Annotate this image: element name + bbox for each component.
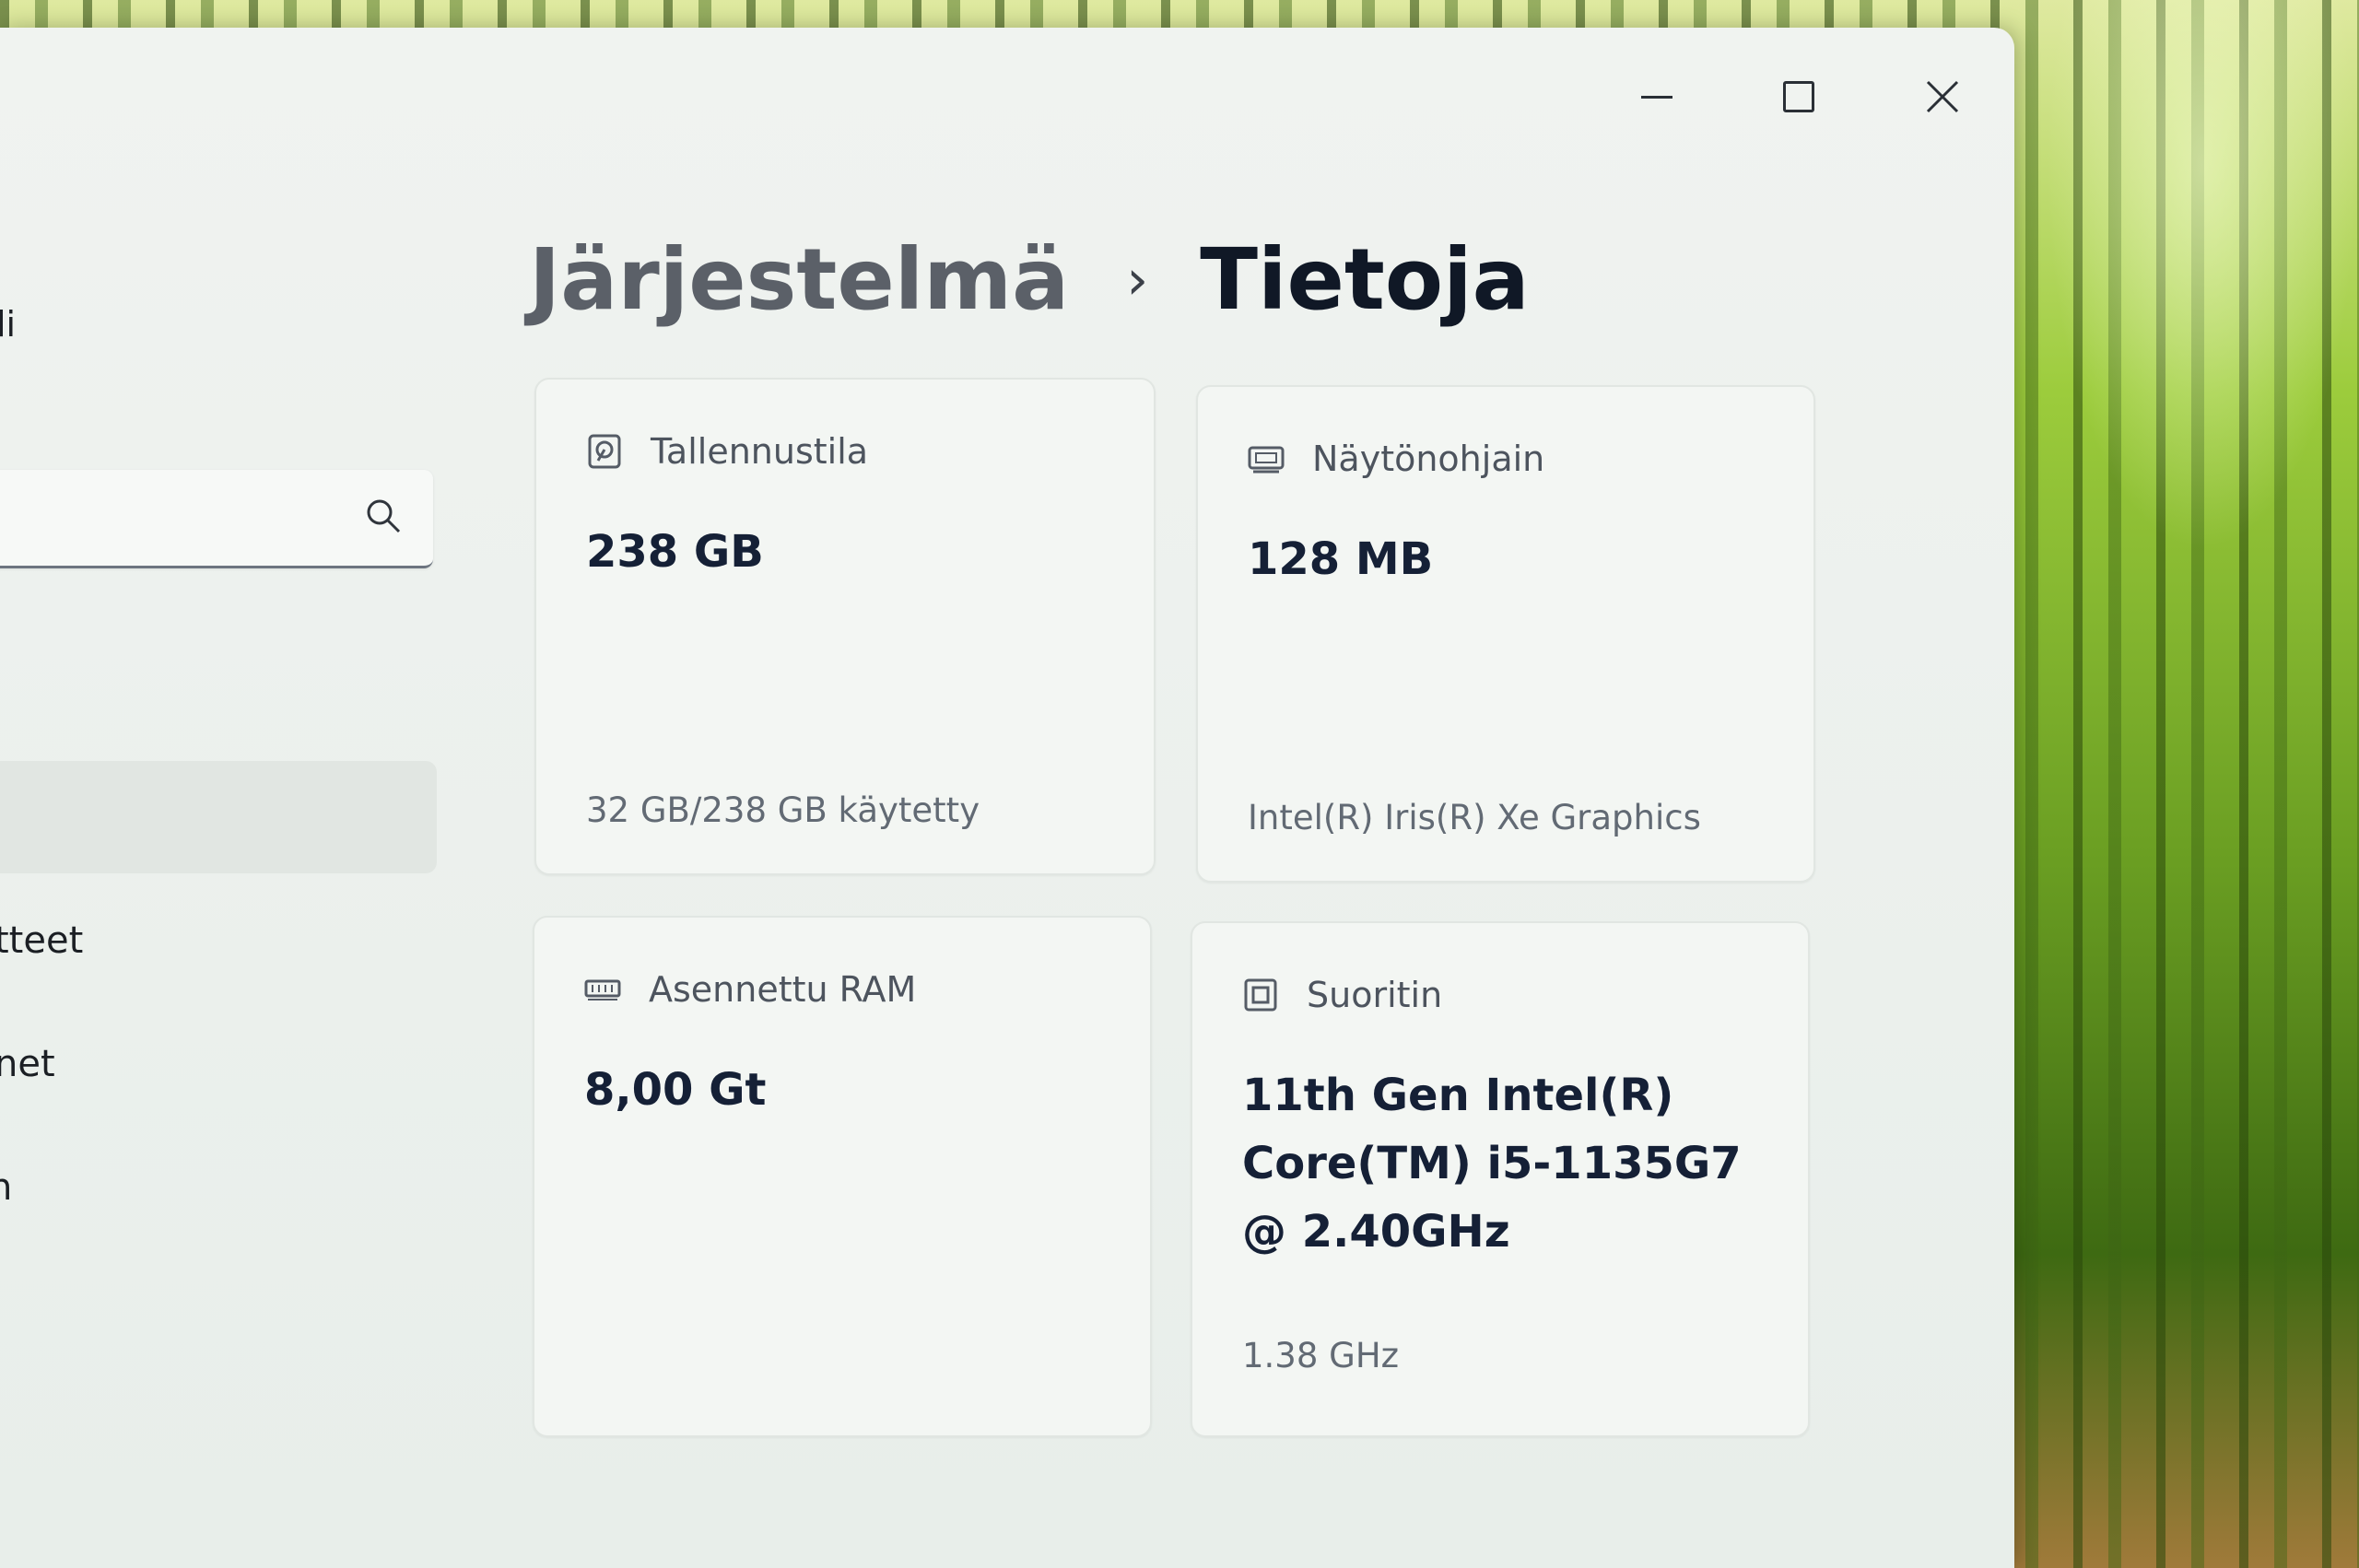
card-graphics: Näytönohjain 128 MB Intel(R) Iris(R) Xe … (1196, 385, 1815, 883)
card-title: Suoritin (1307, 975, 1443, 1015)
settings-search-box[interactable] (0, 470, 433, 568)
card-header: Näytönohjain (1248, 439, 1544, 479)
ram-icon (584, 979, 621, 1000)
storage-usage: 32 GB/238 GB käytetty (586, 790, 980, 830)
chevron-right-icon: › (1126, 247, 1149, 312)
page-title: Tietoja (1200, 230, 1530, 329)
card-title: Asennettu RAM (649, 969, 917, 1010)
search-icon (367, 499, 401, 533)
graphics-card-icon (1248, 446, 1285, 474)
card-header: Tallennustila (586, 431, 868, 472)
sidebar-item-personalization[interactable]: n (0, 1166, 12, 1209)
maximize-icon (1783, 81, 1814, 112)
storage-icon (588, 434, 621, 469)
sidebar-item-selected[interactable] (0, 761, 437, 873)
processor-name: 11th Gen Intel(R) Core(TM) i5-1135G7 @ 2… (1242, 1070, 1742, 1258)
settings-window: li tteet net n Järjestelmä › Tietoja Tal… (0, 28, 2014, 1568)
processor-icon (1244, 978, 1277, 1012)
processor-speed: 1.38 GHz (1242, 1336, 1400, 1375)
card-storage: Tallennustila 238 GB 32 GB/238 GB käytet… (534, 378, 1156, 875)
card-ram: Asennettu RAM 8,00 Gt (533, 916, 1152, 1437)
ram-value: 8,00 Gt (584, 1064, 767, 1116)
minimize-button[interactable] (1620, 64, 1694, 129)
wallpaper-glow (2046, 0, 2359, 553)
maximize-button[interactable] (1762, 64, 1836, 129)
sidebar-item-network[interactable]: net (0, 1043, 55, 1085)
storage-value: 238 GB (586, 526, 764, 578)
card-title: Tallennustila (651, 431, 869, 472)
card-processor: Suoritin 11th Gen Intel(R) Core(TM) i5-1… (1191, 921, 1810, 1437)
graphics-memory-value: 128 MB (1248, 533, 1434, 585)
breadcrumb-parent[interactable]: Järjestelmä (529, 230, 1069, 329)
card-title: Näytönohjain (1312, 439, 1545, 479)
card-header: Suoritin (1242, 975, 1442, 1015)
sidebar-item-devices[interactable]: tteet (0, 919, 83, 962)
sidebar-profile-text: li (0, 304, 17, 345)
graphics-adapter-name: Intel(R) Iris(R) Xe Graphics (1248, 798, 1701, 837)
close-button[interactable] (1906, 64, 1979, 129)
close-icon (1926, 80, 1959, 113)
minimize-icon (1641, 95, 1672, 99)
card-header: Asennettu RAM (584, 969, 916, 1010)
breadcrumb: Järjestelmä › Tietoja (529, 230, 1530, 329)
